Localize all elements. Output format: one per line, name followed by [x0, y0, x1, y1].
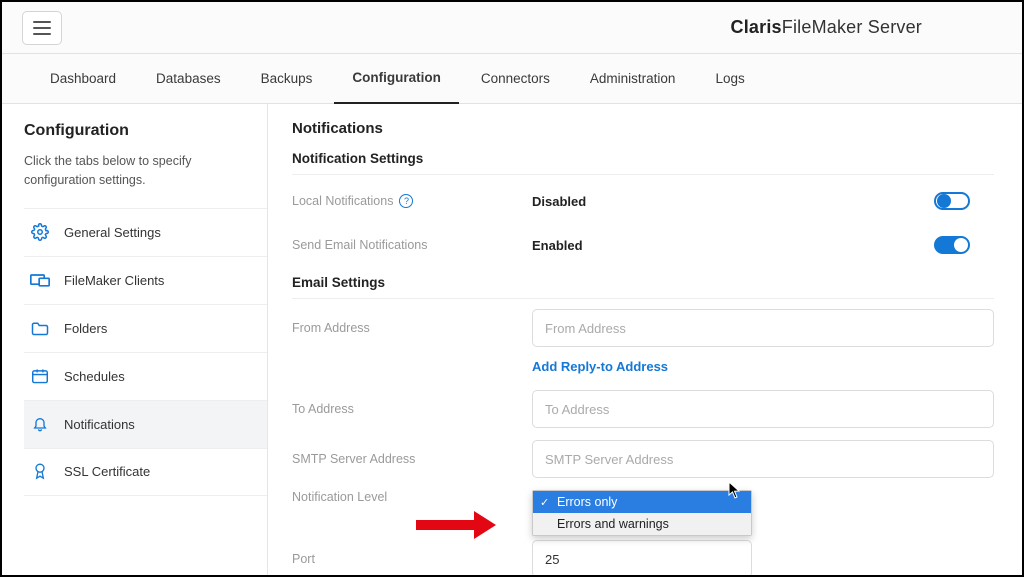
- certificate-icon: [30, 462, 50, 482]
- tab-connectors[interactable]: Connectors: [463, 54, 568, 104]
- bell-icon: [30, 414, 50, 434]
- send-email-value: Enabled: [532, 238, 934, 253]
- sidebar-item-folders[interactable]: Folders: [24, 304, 267, 352]
- tab-logs[interactable]: Logs: [697, 54, 762, 104]
- main-nav: Dashboard Databases Backups Configuratio…: [2, 54, 1022, 104]
- notification-level-dropdown: Errors only Errors and warnings: [532, 490, 752, 536]
- email-settings-title: Email Settings: [292, 275, 994, 299]
- content-panel: Notifications Notification Settings Loca…: [267, 104, 1022, 575]
- from-address-label: From Address: [292, 321, 532, 335]
- sidebar-item-label: Schedules: [64, 369, 125, 384]
- sidebar-item-label: Folders: [64, 321, 107, 336]
- port-label: Port: [292, 552, 532, 566]
- sidebar: Configuration Click the tabs below to sp…: [2, 104, 267, 575]
- to-address-label: To Address: [292, 402, 532, 416]
- top-bar: ClarisFileMaker Server: [2, 2, 1022, 54]
- tab-administration[interactable]: Administration: [572, 54, 694, 104]
- clients-icon: [30, 270, 50, 290]
- main-layout: Configuration Click the tabs below to sp…: [2, 104, 1022, 575]
- sidebar-item-filemaker-clients[interactable]: FileMaker Clients: [24, 256, 267, 304]
- notification-level-select[interactable]: Errors only Errors and warnings: [532, 490, 752, 526]
- send-email-label: Send Email Notifications: [292, 238, 532, 252]
- tab-configuration[interactable]: Configuration: [334, 54, 458, 104]
- sidebar-item-ssl-certificate[interactable]: SSL Certificate: [24, 448, 267, 496]
- sidebar-list: General Settings FileMaker Clients Folde…: [24, 208, 267, 496]
- sidebar-item-label: Notifications: [64, 417, 135, 432]
- add-reply-to-link[interactable]: Add Reply-to Address: [532, 359, 668, 374]
- brand-title: ClarisFileMaker Server: [731, 17, 1002, 38]
- hamburger-icon: [33, 21, 51, 35]
- page-title: Notifications: [292, 120, 994, 137]
- notification-settings-title: Notification Settings: [292, 151, 994, 175]
- menu-toggle-button[interactable]: [22, 11, 62, 45]
- from-address-input[interactable]: [532, 309, 994, 347]
- sidebar-item-label: SSL Certificate: [64, 464, 150, 479]
- sidebar-item-notifications[interactable]: Notifications: [24, 400, 267, 448]
- tab-databases[interactable]: Databases: [138, 54, 239, 104]
- send-email-toggle[interactable]: [934, 236, 970, 254]
- tab-backups[interactable]: Backups: [243, 54, 331, 104]
- cursor-icon: [728, 481, 742, 499]
- local-notifications-row: Local Notifications ? Disabled: [292, 179, 994, 223]
- smtp-address-label: SMTP Server Address: [292, 452, 532, 466]
- brand-light: FileMaker Server: [782, 17, 922, 37]
- sidebar-item-label: General Settings: [64, 225, 161, 240]
- send-email-row: Send Email Notifications Enabled: [292, 223, 994, 267]
- tab-dashboard[interactable]: Dashboard: [32, 54, 134, 104]
- dropdown-option-errors-only[interactable]: Errors only: [533, 491, 751, 513]
- help-icon[interactable]: ?: [399, 194, 413, 208]
- sidebar-description: Click the tabs below to specify configur…: [24, 152, 234, 190]
- gear-icon: [30, 222, 50, 242]
- local-notifications-value: Disabled: [532, 194, 934, 209]
- local-notifications-toggle[interactable]: [934, 192, 970, 210]
- sidebar-title: Configuration: [24, 122, 267, 140]
- sidebar-item-label: FileMaker Clients: [64, 273, 164, 288]
- smtp-address-input[interactable]: [532, 440, 994, 478]
- folder-icon: [30, 318, 50, 338]
- sidebar-item-general-settings[interactable]: General Settings: [24, 208, 267, 256]
- dropdown-option-errors-and-warnings[interactable]: Errors and warnings: [533, 513, 751, 535]
- local-notifications-label: Local Notifications ?: [292, 194, 532, 208]
- port-input[interactable]: [532, 540, 752, 575]
- brand-bold: Claris: [731, 17, 782, 37]
- calendar-icon: [30, 366, 50, 386]
- to-address-input[interactable]: [532, 390, 994, 428]
- notification-level-label: Notification Level: [292, 490, 532, 504]
- sidebar-item-schedules[interactable]: Schedules: [24, 352, 267, 400]
